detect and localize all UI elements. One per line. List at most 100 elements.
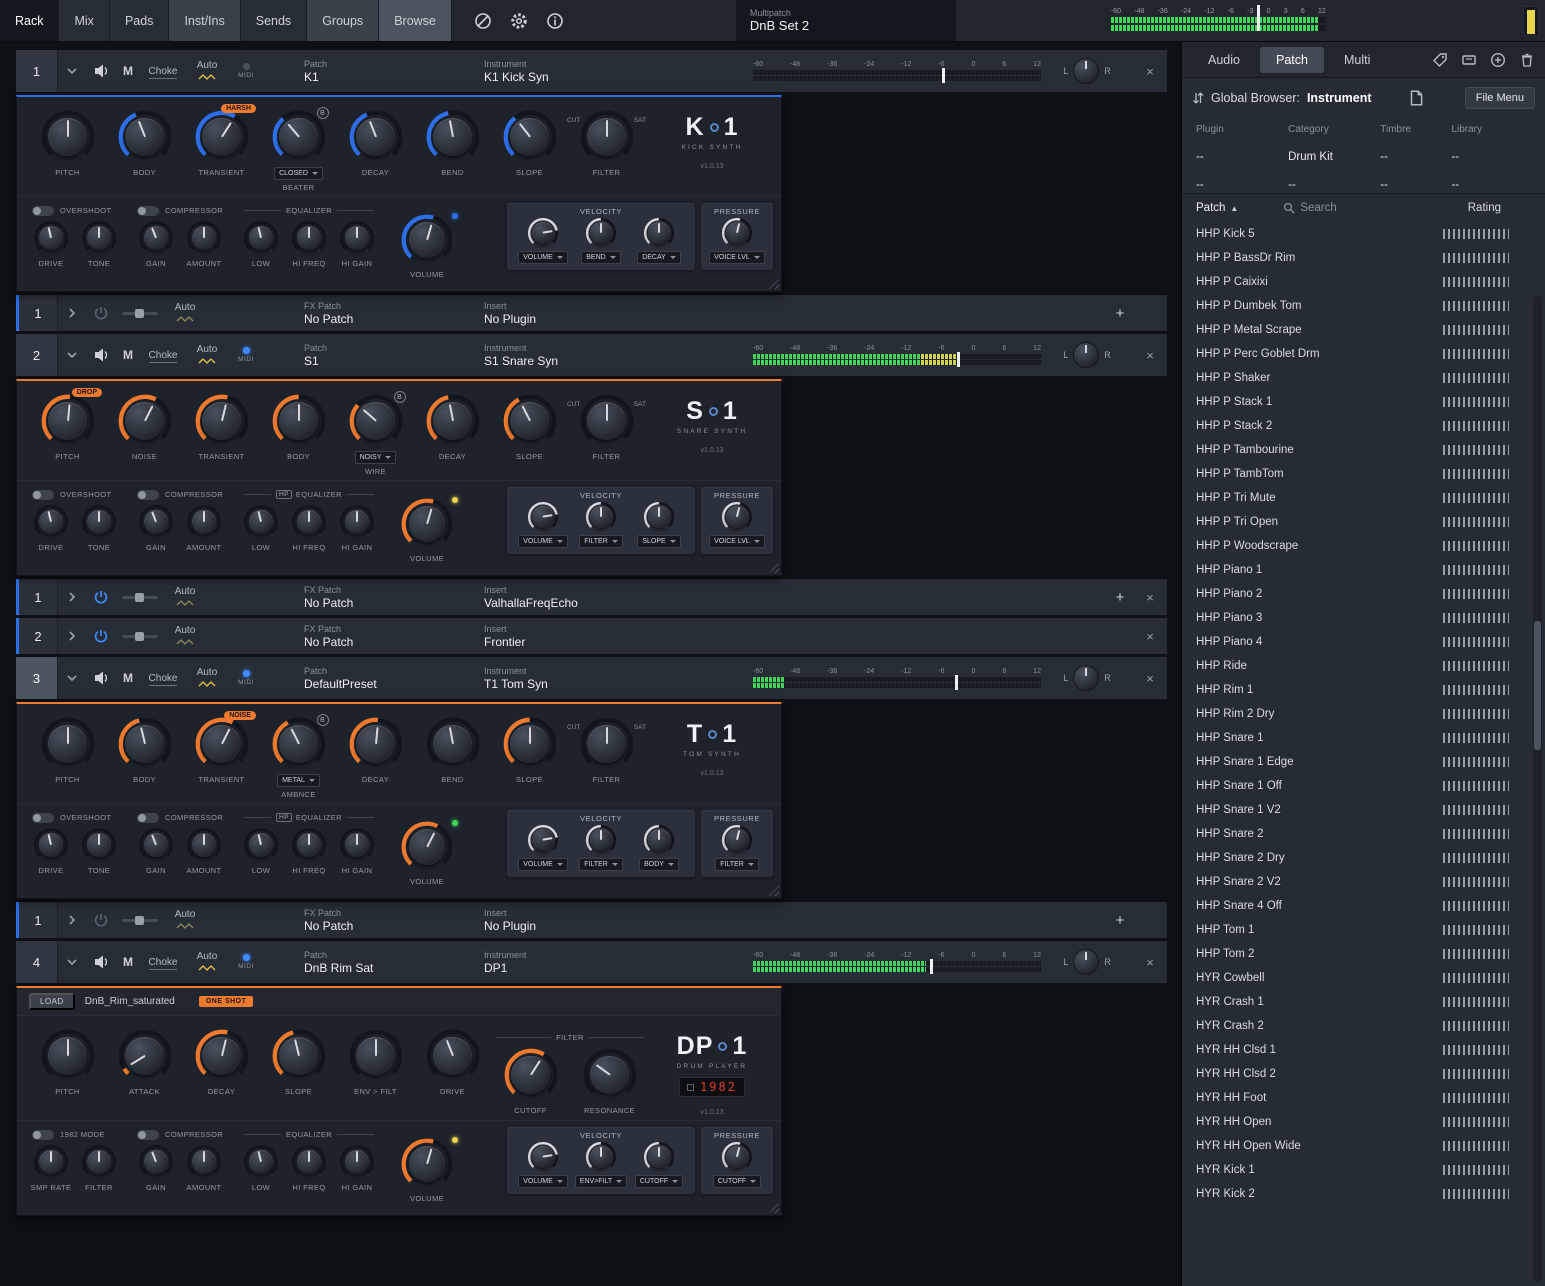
patch-list-item[interactable]: HYR Crash 1 — [1182, 990, 1545, 1014]
fx-slot-number[interactable]: 1 — [16, 902, 58, 938]
automation-control[interactable]: Auto — [186, 344, 228, 367]
volume-knob[interactable]: VOLUME — [514, 217, 572, 264]
fx-patch-field[interactable]: FX PatchNo Patch — [304, 908, 484, 933]
speaker-icon[interactable] — [86, 669, 116, 687]
patch-rating[interactable] — [1443, 469, 1509, 479]
pitch-knob[interactable]: PITCH — [29, 1028, 106, 1096]
patch-rating[interactable] — [1443, 661, 1509, 671]
patch-rating[interactable] — [1443, 973, 1509, 983]
patch-list-item[interactable]: HHP Rim 2 Dry — [1182, 702, 1545, 726]
patch-rating[interactable] — [1443, 805, 1509, 815]
patch-list-item[interactable]: HHP P Stack 2 — [1182, 414, 1545, 438]
beater-knob[interactable]: BCLOSEDBEATER — [260, 109, 337, 192]
track-meter[interactable]: -60-48-36-24-12-60612 — [753, 61, 1041, 82]
hi-gain-knob[interactable]: HI GAIN — [335, 504, 379, 552]
browser-scrollbar-thumb[interactable] — [1534, 621, 1541, 749]
b-badge[interactable]: B — [317, 107, 329, 119]
patch-list-item[interactable]: HHP Tom 2 — [1182, 942, 1545, 966]
patch-rating[interactable] — [1443, 685, 1509, 695]
midi-indicator[interactable]: MIDI — [228, 670, 264, 686]
insert-field[interactable]: InsertFrontier — [484, 624, 1133, 649]
track-fader-handle[interactable] — [942, 68, 945, 83]
resonance-knob[interactable]: RESONANCE — [571, 1047, 648, 1115]
browser-scrollbar[interactable] — [1533, 296, 1542, 1282]
topbar-tab-rack[interactable]: Rack — [0, 0, 59, 41]
patch-list-item[interactable]: HHP P Metal Scrape — [1182, 318, 1545, 342]
overshoot-toggle[interactable] — [32, 206, 54, 216]
patch-rating[interactable] — [1443, 709, 1509, 719]
decay-knob[interactable]: DECAY — [414, 393, 491, 461]
chevron-right-icon[interactable] — [58, 591, 86, 603]
patch-rating[interactable] — [1443, 1141, 1509, 1151]
volume-knob[interactable]: VOLUME — [389, 213, 466, 279]
hi-gain-knob[interactable]: HI GAIN — [335, 220, 379, 268]
pan-control[interactable]: LR — [1041, 949, 1133, 975]
mute-button[interactable]: M — [116, 671, 140, 685]
hp-filter-chip[interactable]: HP — [276, 490, 292, 499]
volume-knob[interactable]: VOLUME — [389, 497, 466, 563]
patch-list-item[interactable]: HHP Kick 5 — [1182, 222, 1545, 246]
voice-lvl-select[interactable]: VOICE LVL — [709, 251, 765, 264]
tag-icon[interactable] — [1432, 52, 1448, 68]
tone-knob[interactable]: TONE — [77, 220, 121, 268]
mute-button[interactable]: M — [116, 348, 140, 362]
compressor-toggle[interactable] — [137, 490, 159, 500]
patch-list-item[interactable]: HYR HH Open — [1182, 1110, 1545, 1134]
power-icon[interactable] — [86, 589, 116, 605]
topbar-tab-mix[interactable]: Mix — [59, 0, 109, 41]
filter-category-value[interactable]: Drum Kit — [1288, 151, 1380, 163]
patch-list-item[interactable]: HHP P Tri Mute — [1182, 486, 1545, 510]
fx-slot-1[interactable]: 1AutoFX PatchNo PatchInsertNo Plugin+ — [16, 295, 1167, 331]
track-fader-handle[interactable] — [930, 959, 933, 974]
hi-freq-knob[interactable]: HI FREQ — [287, 1144, 331, 1192]
voice-lvl-knob[interactable]: VOICE LVL — [708, 217, 766, 264]
volume-knob[interactable]: VOLUME — [389, 1137, 466, 1203]
filter-library-value-2[interactable]: -- — [1451, 179, 1531, 191]
insert-field[interactable]: InsertNo Plugin — [484, 301, 1107, 326]
tab-patch[interactable]: Patch — [1260, 47, 1324, 73]
slope-knob[interactable]: SLOPE — [491, 109, 568, 177]
fx-mix-slider[interactable] — [122, 919, 158, 922]
fx-slot-2[interactable]: 2AutoFX PatchNo PatchInsertFrontier× — [16, 618, 1167, 654]
fx-mix-slider[interactable] — [122, 635, 158, 638]
patch-list-item[interactable]: HYR Kick 1 — [1182, 1158, 1545, 1182]
insert-field[interactable]: InsertNo Plugin — [484, 908, 1107, 933]
filter-knob[interactable]: FILTER — [572, 824, 630, 871]
amount-knob[interactable]: AMOUNT — [182, 1144, 226, 1192]
voice-lvl-knob[interactable]: VOICE LVL — [708, 501, 766, 548]
decay-select[interactable]: DECAY — [637, 251, 681, 264]
patch-list-item[interactable]: HYR Crash 2 — [1182, 1014, 1545, 1038]
tone-knob[interactable]: TONE — [77, 504, 121, 552]
hp-filter-chip[interactable]: HP — [276, 813, 292, 822]
patch-list-item[interactable]: HYR HH Foot — [1182, 1086, 1545, 1110]
topbar-tab-inst-ins[interactable]: Inst/Ins — [169, 0, 240, 41]
track-header-1[interactable]: 1MChokeAutoMIDIPatchK1InstrumentK1 Kick … — [16, 50, 1167, 92]
patch-list-item[interactable]: HYR Kick 2 — [1182, 1182, 1545, 1206]
automation-control[interactable]: Auto — [164, 586, 206, 609]
patch-rating[interactable] — [1443, 517, 1509, 527]
track-fader-handle[interactable] — [955, 675, 958, 690]
remove-fx-button[interactable]: × — [1133, 590, 1167, 605]
fx-slot-1[interactable]: 1AutoFX PatchNo PatchInsertValhallaFreqE… — [16, 579, 1167, 615]
remove-track-button[interactable]: × — [1133, 955, 1167, 970]
topbar-tab-sends[interactable]: Sends — [241, 0, 307, 41]
patch-list-item[interactable]: HHP Snare 2 Dry — [1182, 846, 1545, 870]
attack-knob[interactable]: ATTACK — [106, 1028, 183, 1096]
low-knob[interactable]: LOW — [239, 1144, 283, 1192]
automation-control[interactable]: Auto — [186, 951, 228, 974]
patch-list-item[interactable]: HHP P Tri Open — [1182, 510, 1545, 534]
filter-knob[interactable]: CUTSATFILTER — [568, 393, 645, 461]
patch-list-item[interactable]: HHP Piano 1 — [1182, 558, 1545, 582]
filter-knob[interactable]: FILTER — [572, 501, 630, 548]
patch-list-item[interactable]: HYR HH Clsd 2 — [1182, 1062, 1545, 1086]
patch-rating[interactable] — [1443, 829, 1509, 839]
slope-knob[interactable]: SLOPE — [491, 716, 568, 784]
bend-select[interactable]: BEND — [581, 251, 620, 264]
patch-rating[interactable] — [1443, 493, 1509, 503]
patch-list-item[interactable]: HHP P Shaker — [1182, 366, 1545, 390]
patch-list-item[interactable]: HYR HH Clsd 1 — [1182, 1038, 1545, 1062]
low-knob[interactable]: LOW — [239, 504, 283, 552]
patch-list-item[interactable]: HHP Snare 1 Edge — [1182, 750, 1545, 774]
filter-knob[interactable]: FILTER — [708, 824, 766, 871]
patch-rating[interactable] — [1443, 565, 1509, 575]
